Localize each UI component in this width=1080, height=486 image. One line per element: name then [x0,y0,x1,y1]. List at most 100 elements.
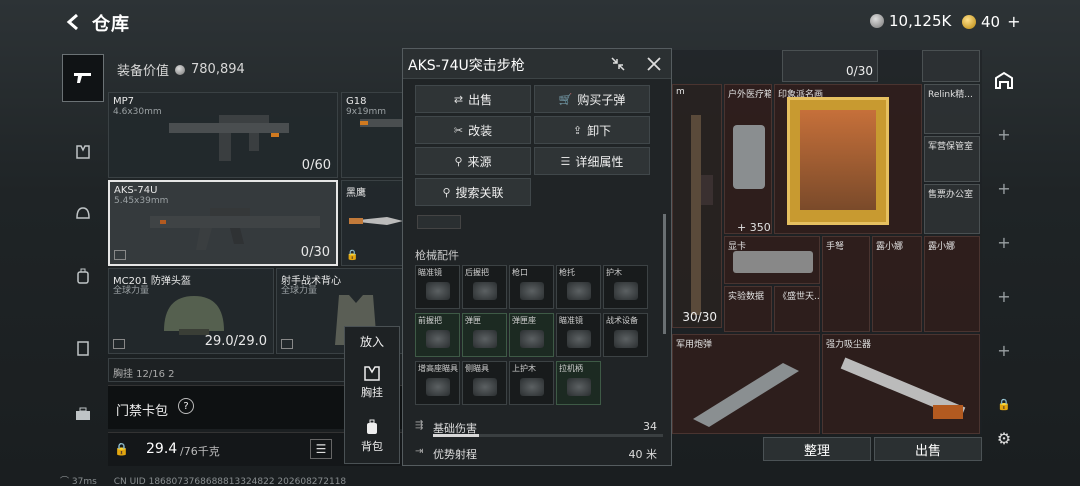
item-label: 军营保管室 [928,142,974,152]
attachment-label: 护木 [606,268,622,277]
item-label: 售票办公室 [928,190,974,200]
warehouse-item-vacuum[interactable]: 强力吸尘器 [822,334,980,434]
details-button[interactable]: ☰ 详细属性 [534,147,650,175]
attachment-image [473,378,497,396]
primary-weapon-slot[interactable]: MP7 4.6x30mm 0/60 [108,92,338,178]
attachment-slot[interactable]: 拉机柄 [556,361,601,405]
place-in-button[interactable]: 放入 [345,333,399,350]
weapon-tab-icon[interactable] [62,54,104,102]
chest-rig-label: 胸挂 [361,386,383,399]
add-page-icon[interactable]: + [990,336,1018,364]
attachment-slot[interactable]: 上护木 [509,361,554,405]
warehouse-item-relink[interactable]: Relink精... [924,84,980,134]
sell-button[interactable]: ⇄ 出售 [415,85,531,113]
sidearm-slot[interactable]: G18 9x19mm [341,92,404,178]
attachment-slot[interactable]: 瞄准镜 [556,313,601,357]
modify-button[interactable]: ✂ 改装 [415,116,531,144]
unload-label: 卸下 [587,123,612,138]
slot-item-name: AKS-74U [114,185,158,196]
gpu-image [733,251,813,273]
attachment-slot[interactable]: 瞄准镜 [415,265,460,309]
rifle-image [691,115,713,315]
back-arrow-icon[interactable] [62,10,86,34]
warehouse-sell-button[interactable]: 出售 [874,437,982,461]
move-to-backpack-button[interactable]: 背包 [345,419,399,454]
container-tab-icon[interactable] [62,328,104,368]
melee-slot[interactable]: 黑鹰 🔒 [341,180,404,266]
collapse-icon[interactable] [607,53,629,75]
modify-label: 改装 [468,123,493,138]
item-label: m [676,87,685,97]
gold-amount: 40 [981,12,1001,31]
item-label: 实验数据 [728,292,765,302]
add-page-icon[interactable]: + [990,120,1018,148]
attachment-slot[interactable]: 增高座瞄具 [415,361,460,405]
briefcase-tab-icon[interactable] [62,394,104,434]
move-to-chest-rig-button[interactable]: 胸挂 [345,365,399,400]
backpack-label: 背包 [361,440,383,453]
chest-rig-tab-icon[interactable] [62,132,104,172]
gold-balance[interactable]: 40 + [962,12,1021,31]
warehouse-item-ticket-office-key[interactable]: 售票办公室 [924,184,980,234]
attachment-slot[interactable]: 枪口 [509,265,554,309]
attachment-slot[interactable]: 战术设备 [603,313,648,357]
popup-scrollbar[interactable] [663,214,666,334]
warehouse-tab-icon[interactable] [990,66,1018,94]
warehouse-item-gpu[interactable]: 显卡 [724,236,820,284]
warehouse-item-medkit[interactable]: 户外医疗箱 + 350 [724,84,772,234]
equipment-value-amount: 780,894 [191,62,245,77]
helmet-tab-icon[interactable] [62,194,104,234]
list-icon[interactable]: ☰ [310,439,332,459]
secondary-weapon-slot[interactable]: AKS-74U 5.45x39mm 0/30 [108,180,338,266]
attachment-label: 弹匣座 [512,316,536,325]
warehouse-item-top-right[interactable] [922,50,980,82]
right-sidebar: + + + + + 🔒 ⚙ [984,50,1024,450]
warehouse-item-experiment-data[interactable]: 实验数据 [724,286,772,332]
warehouse-item-barracks-key[interactable]: 军营保管室 [924,136,980,182]
add-page-icon[interactable]: + [990,228,1018,256]
warehouse-item-top[interactable]: 0/30 [782,50,878,82]
unload-button[interactable]: ⇪ 卸下 [534,116,650,144]
attachment-image [614,330,638,348]
attachments-label: 枪械配件 [415,249,459,262]
source-button[interactable]: ⚲ 来源 [415,147,531,175]
warehouse-item-book[interactable]: 《盛世天... [774,286,820,332]
attachment-slot[interactable]: 前握把 [415,313,460,357]
ping: 37ms [71,477,97,486]
warehouse-item-figurine[interactable]: 露小娜 [924,236,980,332]
add-page-icon[interactable]: + [990,282,1018,310]
warehouse-item-artillery-shell[interactable]: 军用炮弹 [672,334,820,434]
status-bar: ⌒ 37ms CN UID 1868073768688813324822 202… [60,474,460,486]
warehouse-item-crossbow[interactable]: 手弩 [822,236,870,332]
slot-ammo-count: 0/60 [301,158,331,173]
help-icon[interactable]: ? [178,398,194,414]
helmet-slot[interactable]: MC201 防弹头盔 全球力量 29.0/29.0 [108,268,274,354]
close-icon[interactable] [643,53,665,75]
attachment-slot[interactable]: 弹匣座 [509,313,554,357]
attachment-slot[interactable]: 枪托 [556,265,601,309]
add-gold-button[interactable]: + [1007,12,1020,31]
attachment-label: 枪口 [512,268,528,277]
settings-gear-icon[interactable]: ⚙ [990,424,1018,452]
painting-image [787,97,889,225]
sort-button[interactable]: 整理 [763,437,871,461]
attachment-slot[interactable]: 后握把 [462,265,507,309]
attachment-label: 前握把 [418,316,442,325]
warehouse-item-painting[interactable]: 印象派名画 [774,84,922,234]
backpack-tab-icon[interactable] [62,256,104,296]
stat-effective-range: ⇥ 优势射程 40 米 [413,444,663,466]
chest-rig-row[interactable]: 胸挂 12/16 2 [108,358,348,382]
warehouse-item-figurine[interactable]: 露小娜 [872,236,922,332]
attachment-slot[interactable]: 侧瞄具 [462,361,507,405]
attachment-slot[interactable]: 护木 [603,265,648,309]
attachment-slot[interactable]: 弹匣 [462,313,507,357]
attachment-label: 拉机柄 [559,364,583,373]
attachment-image [567,330,591,348]
search-related-button[interactable]: ⚲ 搜索关联 [415,178,531,206]
buy-ammo-button[interactable]: 🛒 购买子弹 [534,85,650,113]
attachment-image [520,282,544,300]
warehouse-item-rifle[interactable]: m 30/30 [672,84,722,328]
g18-image [360,119,403,127]
add-page-icon[interactable]: + [990,174,1018,202]
attachment-label: 增高座瞄具 [418,364,458,373]
